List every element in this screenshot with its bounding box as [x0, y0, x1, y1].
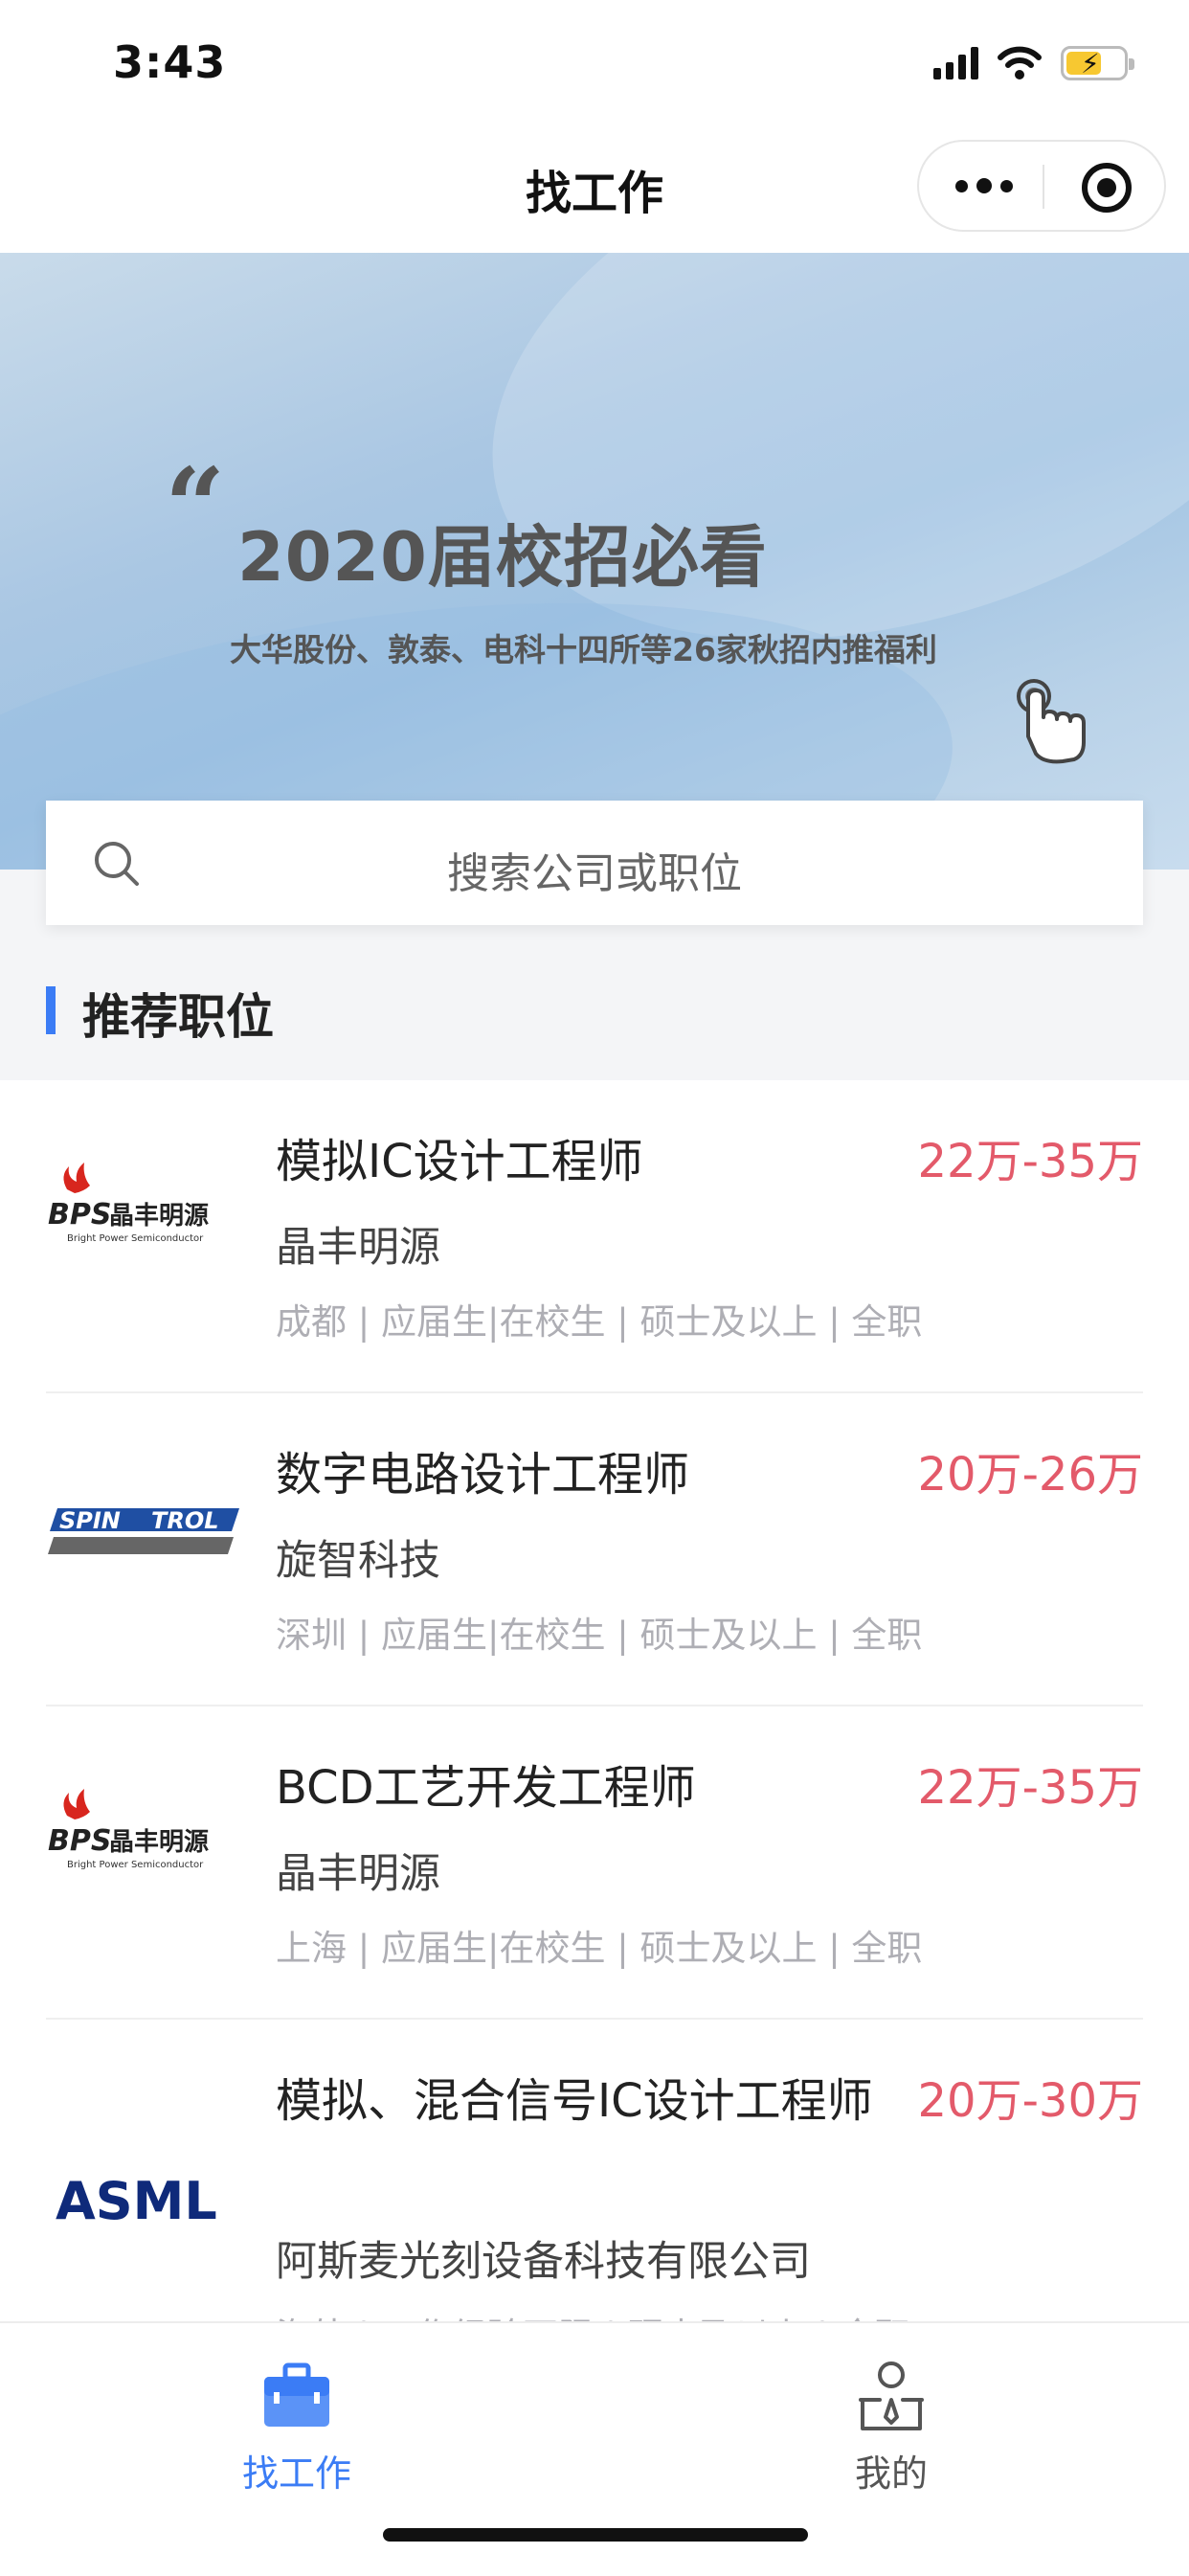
- svg-text:ASML: ASML: [56, 2171, 217, 2231]
- search-input[interactable]: 搜索公司或职位: [46, 801, 1143, 925]
- person-icon: [859, 2361, 924, 2430]
- miniprogram-capsule: [917, 140, 1166, 232]
- capsule-divider: [1043, 165, 1044, 209]
- job-list: BPS 晶丰明源 Bright Power Semiconductor 模拟IC…: [0, 1080, 1189, 2357]
- quote-mark-icon: “: [165, 444, 226, 568]
- job-salary: 22万-35万: [917, 1135, 1143, 1188]
- svg-text:BPS: BPS: [48, 1198, 111, 1232]
- job-company: 旋智科技: [276, 1537, 440, 1585]
- status-icons: ⚡: [933, 42, 1134, 84]
- bps-logo: BPS 晶丰明源 Bright Power Semiconductor: [48, 1789, 209, 1870]
- job-card[interactable]: BPS 晶丰明源 Bright Power Semiconductor BCD工…: [46, 1706, 1143, 2020]
- job-title: 模拟、混合信号IC设计工程师: [276, 2074, 873, 2128]
- signal-icon: [933, 47, 978, 79]
- banner-title: 2020届校招必看: [237, 518, 768, 597]
- job-card[interactable]: SPIN TROL 数字电路设计工程师 20万-26万 旋智科技 深圳 | 应届…: [46, 1393, 1143, 1706]
- status-bar: 3:43 ⚡: [0, 0, 1189, 126]
- job-title: BCD工艺开发工程师: [276, 1761, 696, 1815]
- job-salary: 20万-30万: [917, 2074, 1143, 2128]
- svg-text:BPS: BPS: [48, 1824, 111, 1858]
- status-time: 3:43: [113, 36, 227, 88]
- promo-banner[interactable]: “ 2020届校招必看 大华股份、敦泰、电科十四所等26家秋招内推福利: [0, 253, 1189, 870]
- job-title: 模拟IC设计工程师: [276, 1135, 643, 1188]
- svg-text:TROL: TROL: [151, 1507, 219, 1534]
- svg-text:Bright Power Semiconductor: Bright Power Semiconductor: [67, 1860, 204, 1870]
- job-company: 阿斯麦光刻设备科技有限公司: [276, 2238, 811, 2286]
- section-title: 推荐职位: [82, 989, 274, 1045]
- svg-text:晶丰明源: 晶丰明源: [109, 1828, 209, 1857]
- banner-subtitle: 大华股份、敦泰、电科十四所等26家秋招内推福利: [230, 631, 937, 668]
- job-card[interactable]: BPS 晶丰明源 Bright Power Semiconductor 模拟IC…: [46, 1080, 1143, 1393]
- job-tags: 深圳 | 应届生|在校生 | 硕士及以上 | 全职: [276, 1615, 923, 1656]
- job-tags: 成都 | 应届生|在校生 | 硕士及以上 | 全职: [276, 1301, 923, 1343]
- job-title: 数字电路设计工程师: [276, 1448, 690, 1502]
- svg-text:Bright Power Semiconductor: Bright Power Semiconductor: [67, 1233, 204, 1244]
- spintrol-logo: SPIN TROL: [48, 1507, 239, 1554]
- tab-label: 我的: [854, 2452, 928, 2495]
- more-icon[interactable]: [955, 178, 1013, 193]
- bps-logo: BPS 晶丰明源 Bright Power Semiconductor: [48, 1163, 209, 1244]
- section-accent-bar: [46, 986, 56, 1034]
- tab-label: 找工作: [241, 2452, 351, 2495]
- job-salary: 20万-26万: [917, 1448, 1143, 1502]
- tab-find-job[interactable]: 找工作: [153, 2358, 440, 2497]
- pointer-hand-icon: [1017, 679, 1086, 764]
- nav-bar: 找工作: [0, 126, 1189, 253]
- job-company: 晶丰明源: [276, 1224, 440, 1272]
- close-miniprogram-icon[interactable]: [1082, 163, 1132, 213]
- svg-text:SPIN: SPIN: [59, 1507, 121, 1534]
- job-tags: 上海 | 应届生|在校生 | 硕士及以上 | 全职: [276, 1928, 923, 1969]
- tab-me[interactable]: 我的: [748, 2358, 1035, 2497]
- job-card[interactable]: ASML 模拟、混合信号IC设计工程师 20万-30万 阿斯麦光刻设备科技有限公…: [46, 2020, 1143, 2357]
- job-salary: 22万-35万: [917, 1761, 1143, 1815]
- home-indicator: [383, 2528, 808, 2542]
- section-header: 推荐职位: [0, 958, 1189, 1080]
- battery-icon: ⚡: [1061, 46, 1134, 80]
- wifi-icon: [998, 46, 1042, 79]
- job-company: 晶丰明源: [276, 1850, 440, 1898]
- search-placeholder: 搜索公司或职位: [447, 849, 742, 898]
- asml-logo: ASML: [56, 2171, 217, 2231]
- svg-text:晶丰明源: 晶丰明源: [109, 1202, 209, 1231]
- briefcase-icon: [264, 2362, 329, 2427]
